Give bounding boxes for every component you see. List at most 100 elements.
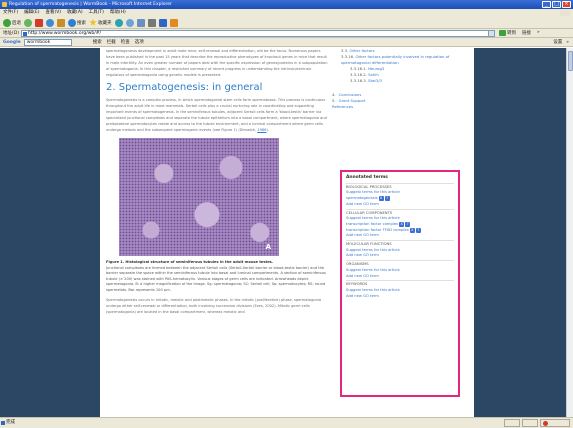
edit-icon[interactable]	[158, 18, 167, 27]
toc-item-label: Stat3/3	[368, 78, 382, 83]
forward-button[interactable]	[24, 18, 32, 27]
toc-item-label: Other factors	[349, 48, 375, 53]
add-go-term-link[interactable]: Add new GO term	[346, 294, 454, 300]
ie-icon	[2, 2, 7, 7]
search-label: 搜索	[77, 20, 86, 26]
window-title: Regulation of spermatogenesis | WormBook…	[9, 2, 172, 7]
home-icon[interactable]	[57, 18, 65, 27]
citation-link[interactable]: 1986	[257, 128, 266, 132]
status-text: 完成	[6, 420, 15, 425]
section-heading: 2. Spermatogenesis: in general	[106, 82, 263, 93]
toc-item-label: Sohlh	[368, 72, 379, 77]
term-info-icon[interactable]: ?	[415, 227, 421, 233]
history-icon[interactable]	[125, 18, 134, 27]
toc-section-label: Conclusions	[338, 92, 362, 97]
address-url: http://www.wormbook.org/wb/#/	[27, 30, 102, 36]
term-info-icon[interactable]: ?	[384, 196, 390, 202]
print-icon[interactable]	[147, 18, 156, 27]
links-label[interactable]: 链接	[522, 30, 531, 36]
search-icon	[68, 18, 76, 27]
add-go-term-link[interactable]: Add new GO term	[346, 233, 454, 239]
address-dropdown-button[interactable]	[488, 29, 495, 37]
menu-favorites[interactable]: 收藏(A)	[67, 9, 83, 17]
term-info-icon[interactable]: ?	[405, 222, 411, 228]
window-controls: _ □ ×	[542, 1, 571, 8]
maximize-button[interactable]: □	[552, 1, 561, 8]
page-status-icon	[1, 421, 5, 425]
favorites-label: 收藏夹	[98, 20, 112, 26]
menu-tools[interactable]: 工具(T)	[89, 9, 104, 17]
figure-image[interactable]: A	[119, 138, 279, 256]
favorites-star-icon	[89, 18, 97, 26]
minimize-button[interactable]: _	[542, 1, 551, 8]
menu-view[interactable]: 查看(V)	[45, 9, 61, 17]
add-go-term-link[interactable]: Add new GO term	[346, 202, 454, 208]
google-search-button[interactable]: 搜索	[93, 39, 102, 45]
category-molecular-functions: MOLECULAR FUNCTIONS	[346, 240, 454, 248]
address-bar: 地址(D) http://www.wormbook.org/wb/#/ 转到 链…	[0, 29, 573, 38]
google-more[interactable]: »	[566, 38, 569, 47]
google-toolbar-items: 搜索 拦截 检查 选项	[93, 39, 144, 45]
back-button[interactable]: 后退	[3, 18, 21, 27]
mail-icon[interactable]	[136, 18, 145, 27]
address-input[interactable]: http://www.wormbook.org/wb/#/	[20, 29, 489, 37]
favorites-button[interactable]: 收藏夹	[89, 18, 112, 27]
menu-help[interactable]: 帮助(H)	[110, 9, 126, 17]
close-button[interactable]: ×	[562, 1, 571, 8]
refresh-icon[interactable]	[46, 18, 54, 27]
vertical-scrollbar[interactable]	[566, 48, 573, 417]
add-go-term-link[interactable]: Add new GO term	[346, 253, 454, 259]
toc-item[interactable]: 3.3.16. Other factors potentially involv…	[332, 54, 470, 66]
article-page: spermatogenesis development in adult mal…	[100, 48, 474, 417]
zone-icon	[543, 421, 548, 426]
google-settings[interactable]: 设置	[553, 38, 562, 47]
status-cell	[504, 419, 520, 427]
back-label: 后退	[12, 20, 21, 26]
google-logo[interactable]: Google	[3, 40, 21, 45]
back-arrow-icon	[3, 18, 11, 27]
media-icon[interactable]	[114, 18, 123, 27]
forward-arrow-icon	[24, 18, 32, 27]
menu-edit[interactable]: 编辑(E)	[24, 9, 39, 17]
links-more[interactable]: »	[537, 30, 540, 36]
intro-paragraph: spermatogenesis development in adult mal…	[106, 49, 328, 77]
menu-file[interactable]: 文件(F)	[3, 9, 18, 17]
toc-item-label: Neurog3	[368, 66, 385, 71]
category-keywords: KEYWORDS	[346, 280, 454, 288]
scrollbar-thumb[interactable]	[568, 51, 573, 71]
go-button[interactable]: 转到	[498, 30, 516, 36]
remove-term-icon[interactable]: X	[409, 227, 415, 233]
term-label: spermatogenesis	[346, 196, 378, 201]
figure-caption-text: Junctional complexes are formed between …	[106, 265, 326, 292]
security-zone	[540, 419, 570, 427]
annotated-terms-panel: Annotated terms BIOLOGICAL PROCESSES Sug…	[340, 170, 460, 397]
windows-logo-icon	[560, 10, 570, 16]
google-popup-blocker[interactable]: 拦截	[107, 39, 116, 45]
toc-section-label: References	[332, 104, 354, 109]
google-toolbar-right: 设置 »	[553, 38, 569, 47]
toc-item[interactable]: 3.3.16.3. Stat3/3	[332, 78, 470, 84]
body-paragraph-2: Spermatogenesis occurs in mitotic, meiot…	[106, 298, 322, 314]
menu-bar: 文件(F) 编辑(E) 查看(V) 收藏(A) 工具(T) 帮助(H)	[0, 9, 573, 17]
category-cellular-components: CELLULAR COMPONENTS	[346, 208, 454, 217]
google-options[interactable]: 选项	[135, 39, 144, 45]
figure-caption: Figure 1. Histological structure of semi…	[106, 260, 330, 293]
search-button[interactable]: 搜索	[68, 18, 86, 27]
page-viewport: spermatogenesis development in adult mal…	[0, 48, 573, 417]
remove-term-icon[interactable]: X	[378, 196, 384, 202]
add-go-term-link[interactable]: Add new GO term	[346, 274, 454, 280]
remove-term-icon[interactable]: X	[399, 222, 405, 228]
status-cells	[504, 419, 570, 427]
google-spellcheck[interactable]: 检查	[121, 39, 130, 45]
stop-icon[interactable]	[35, 18, 43, 27]
go-arrow-icon	[498, 30, 506, 36]
figure-panel-letter: A	[265, 243, 271, 251]
figure-title: Figure 1. Histological structure of semi…	[106, 260, 274, 264]
toc-section-references[interactable]: References	[332, 104, 470, 110]
annotated-terms-title: Annotated terms	[346, 175, 388, 180]
google-search-input[interactable]: wormbook	[23, 38, 72, 46]
table-of-contents: 3.3. Other factors 3.3.16. Other factors…	[332, 48, 470, 110]
google-toolbar: Google wormbook 搜索 拦截 检查 选项 设置 »	[0, 38, 573, 47]
messenger-icon[interactable]	[169, 18, 178, 27]
links-area: 链接 »	[522, 30, 540, 36]
